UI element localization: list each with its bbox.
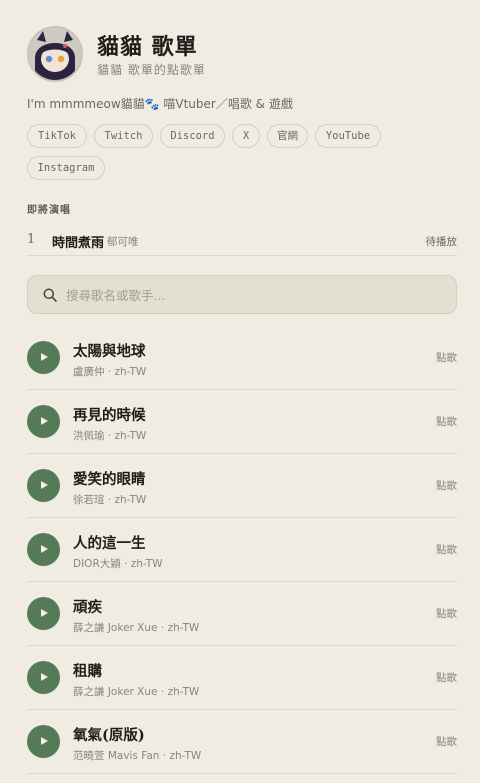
request-button[interactable]: 點歌 [436,606,457,621]
song-row: 租購 薛之謙 Joker Xue · zh-TW 點歌 [27,646,457,710]
song-artist: 范曉萱 Mavis Fan [73,750,160,762]
search-box [27,275,457,314]
queue-song-title: 時間煮雨 [52,236,105,251]
song-artist: 薛之謙 Joker Xue [73,622,158,634]
play-button[interactable] [27,597,60,630]
song-row: 再見的時候 洪佩瑜 · zh-TW 點歌 [27,390,457,454]
song-title: 氧氣(原版) [73,727,145,744]
request-button[interactable]: 點歌 [436,542,457,557]
queue-artist: 郁可唯 [107,236,139,248]
meta-separator: · [157,686,168,698]
song-artist: 盧廣仲 [73,366,105,378]
link-official-site[interactable]: 官網 [267,124,308,148]
avatar [27,26,83,82]
song-language: zh-TW [114,366,147,378]
meta-separator: · [104,430,115,442]
profile-header: 貓貓 歌單 貓貓 歌單的點歌單 [27,26,457,82]
link-twitch[interactable]: Twitch [94,124,153,148]
play-button[interactable] [27,469,60,502]
search-icon [43,288,57,302]
song-language: zh-TW [130,558,163,570]
song-language: zh-TW [114,430,147,442]
play-button[interactable] [27,533,60,566]
request-button[interactable]: 點歌 [436,414,457,429]
song-row: 頑疾 薛之謙 Joker Xue · zh-TW 點歌 [27,582,457,646]
song-meta: 范曉萱 Mavis Fan · zh-TW [73,748,201,763]
song-language: zh-TW [167,622,200,634]
page-title: 貓貓 歌單 [97,34,198,60]
song-artist: 洪佩瑜 [73,430,105,442]
meta-separator: · [104,366,115,378]
bio-text: I'm mmmmeow貓貓🐾 喵Vtuber／唱歌 & 遊戲 [27,97,293,111]
song-title: 租購 [73,663,102,680]
search-input[interactable] [66,284,446,306]
meta-separator: · [120,558,131,570]
song-artist: DIOR大穎 [73,558,121,570]
song-meta: 盧廣仲 · zh-TW [73,364,146,379]
song-title: 愛笑的眼睛 [73,471,146,488]
song-row: 氧氣(原版) 范曉萱 Mavis Fan · zh-TW 點歌 [27,710,457,774]
link-x[interactable]: X [232,124,260,148]
link-discord[interactable]: Discord [160,124,225,148]
request-button[interactable]: 點歌 [436,734,457,749]
song-title: 頑疾 [73,599,102,616]
queue-number: 1 [27,232,36,247]
song-artist: 徐若瑄 [73,494,105,506]
page-subtitle: 貓貓 歌單的點歌單 [97,63,206,77]
song-language: zh-TW [167,686,200,698]
song-meta: 薛之謙 Joker Xue · zh-TW [73,684,199,699]
song-row: 太陽與地球 盧廣仲 · zh-TW 點歌 [27,326,457,390]
play-button[interactable] [27,661,60,694]
song-meta: 薛之謙 Joker Xue · zh-TW [73,620,199,635]
song-row: 人的這一生 DIOR大穎 · zh-TW 點歌 [27,518,457,582]
song-artist: 薛之謙 Joker Xue [73,686,158,698]
play-button[interactable] [27,725,60,758]
play-button[interactable] [27,341,60,374]
song-language: zh-TW [169,750,202,762]
request-button[interactable]: 點歌 [436,478,457,493]
song-row: 愛笑的眼睛 徐若瑄 · zh-TW 點歌 [27,454,457,518]
play-button[interactable] [27,405,60,438]
link-instagram[interactable]: Instagram [27,156,105,180]
up-next-item: 1 時間煮雨 郁可唯 待播放 [27,226,457,256]
song-meta: DIOR大穎 · zh-TW [73,556,163,571]
meta-separator: · [159,750,170,762]
queue-status: 待播放 [425,236,458,248]
up-next-heading: 即將演唱 [27,205,71,216]
link-youtube[interactable]: YouTube [315,124,381,148]
song-title: 太陽與地球 [73,343,146,360]
song-title: 人的這一生 [73,535,146,552]
request-button[interactable]: 點歌 [436,670,457,685]
song-meta: 徐若瑄 · zh-TW [73,492,146,507]
song-language: zh-TW [114,494,147,506]
request-button[interactable]: 點歌 [436,350,457,365]
song-title: 再見的時候 [73,407,146,424]
link-tiktok[interactable]: TikTok [27,124,87,148]
meta-separator: · [104,494,115,506]
meta-separator: · [157,622,168,634]
song-meta: 洪佩瑜 · zh-TW [73,428,146,443]
